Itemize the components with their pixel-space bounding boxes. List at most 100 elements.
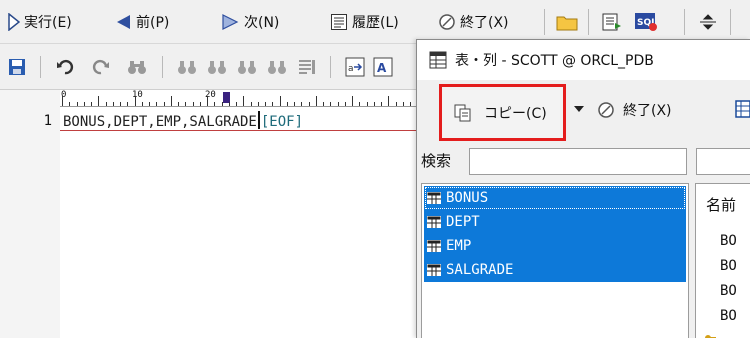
prev-label: 前(P) (136, 15, 170, 31)
detail-cell: BO (720, 308, 737, 324)
detail-cell: BO (720, 258, 737, 274)
next-label: 次(N) (244, 15, 280, 31)
redo-button[interactable] (90, 56, 112, 78)
run-button[interactable]: 実行(E) (8, 9, 72, 35)
ruler-tick (286, 102, 288, 106)
column-detail-panel[interactable]: 名前 BO BO BO BO (695, 183, 750, 338)
svg-text:a: a (348, 64, 354, 74)
replace-button[interactable] (236, 56, 258, 78)
ruler-tick (127, 102, 129, 106)
ruler-tick (337, 102, 339, 106)
find-prev-button[interactable] (206, 56, 228, 78)
list-item[interactable]: BONUS (424, 186, 686, 210)
view-toggle-button[interactable] (735, 98, 750, 120)
next-button[interactable]: 次(N) (220, 9, 279, 35)
column-ruler: 0 10 20 (60, 90, 418, 107)
ruler-tick (366, 102, 368, 106)
list-item[interactable]: DEPT (424, 210, 686, 234)
dialog-end-button[interactable]: 終了(X) (597, 98, 672, 122)
prev-arrow-icon (114, 13, 132, 31)
table-list[interactable]: BONUS DEPT EMP SALGRADE (421, 183, 689, 338)
ruler-tick (352, 96, 353, 106)
ruler-tick (170, 96, 172, 106)
ruler-tick (134, 96, 136, 106)
ruler-tick (105, 102, 107, 106)
format-icon: A (373, 57, 393, 77)
line-number: 1 (43, 113, 52, 129)
stop-circle-icon (438, 13, 456, 31)
ruler-tick (402, 102, 404, 106)
save-button[interactable] (6, 56, 28, 78)
sql-button[interactable]: SQL (634, 9, 658, 35)
caret-down-icon (574, 105, 584, 113)
main-toolbar: 実行(E) 前(P) 次(N) 履歴(L) 終了(X) SQL (0, 0, 750, 44)
table-icon (427, 216, 441, 228)
ruler-tick (243, 96, 245, 106)
toolbar-divider (730, 9, 731, 35)
table-view-icon (735, 98, 750, 120)
table-name: SALGRADE (446, 262, 514, 278)
toolbar-divider (684, 9, 685, 35)
code-text: BONUS,DEPT,EMP,SALGRADE (63, 114, 257, 130)
goto-line-button[interactable]: a (344, 56, 366, 78)
table-icon (427, 240, 441, 252)
code-line[interactable]: BONUS,DEPT,EMP,SALGRADE [EOF] (60, 111, 418, 131)
ruler-tick (62, 96, 63, 106)
split-button[interactable] (698, 9, 718, 35)
find-next-button[interactable] (176, 56, 198, 78)
copy-dropdown-toggle[interactable] (572, 102, 586, 116)
end-button[interactable]: 終了(X) (438, 9, 509, 35)
table-icon (427, 264, 441, 276)
list-item[interactable]: EMP (424, 234, 686, 258)
dialog-titlebar[interactable]: 表・列 - SCOTT @ ORCL_PDB (417, 40, 750, 80)
toolbar-divider (330, 56, 331, 78)
stop-circle-icon (597, 101, 615, 119)
ruler-tick (141, 102, 143, 106)
ruler-tick (149, 102, 150, 106)
tables-columns-dialog: 表・列 - SCOTT @ ORCL_PDB コピー(C) 終了(X) 検索 B… (416, 39, 750, 338)
open-folder-button[interactable] (556, 9, 578, 35)
ruler-tick (156, 102, 158, 106)
ruler-tick (76, 102, 78, 106)
ruler-tick (257, 102, 259, 106)
table-name: DEPT (446, 214, 480, 230)
svg-text:A: A (377, 61, 387, 75)
table-search-input[interactable] (469, 148, 687, 175)
find-all-button[interactable] (266, 56, 288, 78)
ruler-tick (236, 102, 237, 106)
history-button[interactable]: 履歴(L) (330, 9, 399, 35)
ruler-tick (272, 102, 274, 106)
prev-button[interactable]: 前(P) (114, 9, 169, 35)
toolbar-divider (40, 56, 41, 78)
play-outline-icon (8, 13, 20, 31)
toolbar-divider (162, 56, 163, 78)
list-item[interactable]: SALGRADE (424, 258, 686, 282)
find-button[interactable] (126, 56, 148, 78)
goto-icon: a (345, 57, 365, 77)
bookmark-button[interactable] (296, 56, 318, 78)
ruler-tick (308, 102, 310, 106)
ruler-tick (83, 102, 85, 106)
ruler-tick (410, 102, 411, 106)
ruler-tick (279, 96, 281, 106)
binoculars-icon (267, 58, 287, 76)
ruler-tick (120, 102, 121, 106)
binoculars-icon (207, 58, 227, 76)
format-button[interactable]: A (372, 56, 394, 78)
sql-editor[interactable]: 0 10 20 1 BONUS,DEPT,EMP,SALGRADE [EOF] (0, 90, 418, 338)
sql-icon: SQL (634, 12, 658, 32)
ruler-tick (294, 102, 295, 106)
toolbar-divider (544, 9, 545, 35)
ruler-tick (265, 102, 266, 106)
detail-cell: BO (720, 283, 737, 299)
folder-icon (556, 13, 578, 31)
export-button[interactable] (602, 9, 622, 35)
column-search-input[interactable] (696, 148, 750, 175)
ruler-tick (228, 102, 230, 106)
detail-cell: BO (720, 233, 737, 249)
undo-button[interactable] (54, 56, 76, 78)
copy-button[interactable]: コピー(C) (439, 84, 566, 141)
ruler-tick (330, 102, 332, 106)
ruler-tick (207, 96, 208, 106)
dialog-end-label: 終了(X) (623, 103, 672, 119)
